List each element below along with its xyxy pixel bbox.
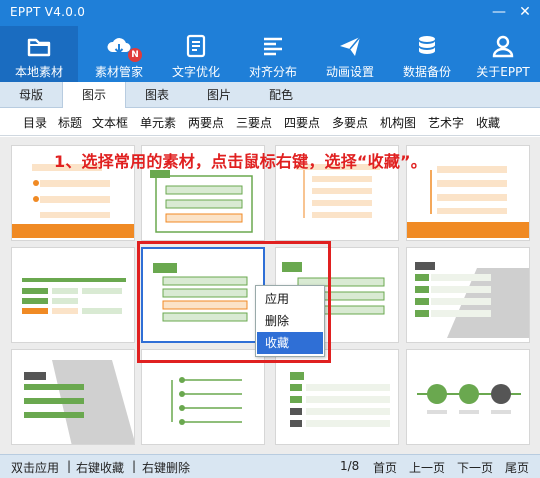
subcategory-textbox[interactable]: 文本框 <box>92 114 128 131</box>
tab-charts[interactable]: 图表 <box>126 82 188 108</box>
toolbar-label: 关于EPPT <box>476 65 530 79</box>
diagram-preview <box>415 262 529 338</box>
status-bar: 双击应用 | 右键收藏 | 右键删除 1/8 首页 上一页 下一页 尾页 <box>0 454 540 478</box>
diagram-preview <box>171 377 242 425</box>
new-badge: N <box>128 48 142 62</box>
material-thumbnail[interactable] <box>275 349 399 445</box>
status-separator: | <box>67 459 72 473</box>
tab-colors[interactable]: 配色 <box>250 82 312 108</box>
material-thumbnail[interactable] <box>11 349 135 445</box>
material-thumbnail[interactable] <box>141 349 265 445</box>
subcategory-favorites[interactable]: 收藏 <box>476 114 500 131</box>
window-title: EPPT V4.0.0 <box>10 5 86 19</box>
context-menu: 应用 删除 收藏 <box>255 285 325 357</box>
toolbar-label: 对齐分布 <box>248 65 297 79</box>
diagram-preview <box>22 278 126 314</box>
toolbar-label: 素材管家 <box>94 65 143 79</box>
status-separator: | <box>132 459 137 473</box>
toolbar-align-distribute[interactable]: 对齐分布 <box>234 26 312 82</box>
context-menu-delete[interactable]: 删除 <box>257 310 323 332</box>
subcategory-title[interactable]: 标题 <box>58 114 82 131</box>
diagram-preview <box>153 263 248 322</box>
folder-icon <box>27 38 51 57</box>
subcategory-multi-points[interactable]: 多要点 <box>332 114 368 131</box>
toolbar-label: 动画设置 <box>325 65 374 79</box>
toolbar-label: 文字优化 <box>171 65 220 79</box>
paper-plane-icon <box>340 36 361 56</box>
prev-page-link[interactable]: 上一页 <box>409 459 445 476</box>
toolbar-text-optimize[interactable]: 文字优化 <box>157 26 235 82</box>
subcategory-toc[interactable]: 目录 <box>23 114 47 131</box>
tab-images[interactable]: 图片 <box>188 82 250 108</box>
database-icon <box>419 36 435 54</box>
material-thumbnail[interactable] <box>406 247 530 343</box>
diagram-preview <box>24 360 134 444</box>
category-tabs: 母版 图示 图表 图片 配色 <box>0 82 540 108</box>
next-page-link[interactable]: 下一页 <box>457 459 493 476</box>
toolbar-local-materials[interactable]: 本地素材 <box>0 26 78 82</box>
user-icon <box>492 35 514 58</box>
subcategory-bar: 目录 标题 文本框 单元素 两要点 三要点 四要点 多要点 机构图 艺术字 收藏 <box>0 108 540 136</box>
material-thumbnail[interactable] <box>11 247 135 343</box>
toolbar-about[interactable]: 关于EPPT <box>464 26 540 82</box>
last-page-link[interactable]: 尾页 <box>505 459 529 476</box>
hint-right-click-favorite: 右键收藏 <box>76 461 125 475</box>
page-indicator: 1/8 <box>340 459 360 473</box>
subcategory-two-points[interactable]: 两要点 <box>188 114 224 131</box>
document-icon <box>186 34 206 58</box>
subcategory-three-points[interactable]: 三要点 <box>236 114 272 131</box>
title-bar: EPPT V4.0.0 — ✕ <box>0 0 540 26</box>
material-thumbnail-selected[interactable] <box>141 247 265 343</box>
main-toolbar: 本地素材 N 素材管家 文字优化 对齐分布 动画设置 数据备份 关于EPPT <box>0 26 540 82</box>
tab-diagrams[interactable]: 图示 <box>62 82 126 108</box>
diagram-preview <box>417 384 521 414</box>
toolbar-animation[interactable]: 动画设置 <box>311 26 389 82</box>
diagram-preview <box>290 372 390 427</box>
subcategory-four-points[interactable]: 四要点 <box>284 114 320 131</box>
context-menu-apply[interactable]: 应用 <box>257 288 323 310</box>
tab-master[interactable]: 母版 <box>0 82 62 108</box>
toolbar-material-manager[interactable]: N 素材管家 <box>80 26 158 82</box>
subcategory-org-chart[interactable]: 机构图 <box>380 114 416 131</box>
hint-right-click-delete: 右键删除 <box>142 461 191 475</box>
toolbar-data-backup[interactable]: 数据备份 <box>388 26 466 82</box>
material-thumbnail[interactable] <box>406 349 530 445</box>
toolbar-label: 本地素材 <box>14 65 63 79</box>
minimize-button[interactable]: — <box>488 2 510 22</box>
instruction-annotation: 1、选择常用的素材，点击鼠标右键，选择“收藏”。 <box>54 152 427 171</box>
hint-double-click-apply: 双击应用 <box>11 461 60 475</box>
first-page-link[interactable]: 首页 <box>373 459 397 476</box>
align-icon <box>264 37 282 56</box>
subcategory-wordart[interactable]: 艺术字 <box>428 114 464 131</box>
toolbar-label: 数据备份 <box>402 65 451 79</box>
context-menu-favorite[interactable]: 收藏 <box>257 332 323 354</box>
close-button[interactable]: ✕ <box>514 2 536 22</box>
subcategory-single[interactable]: 单元素 <box>140 114 176 131</box>
